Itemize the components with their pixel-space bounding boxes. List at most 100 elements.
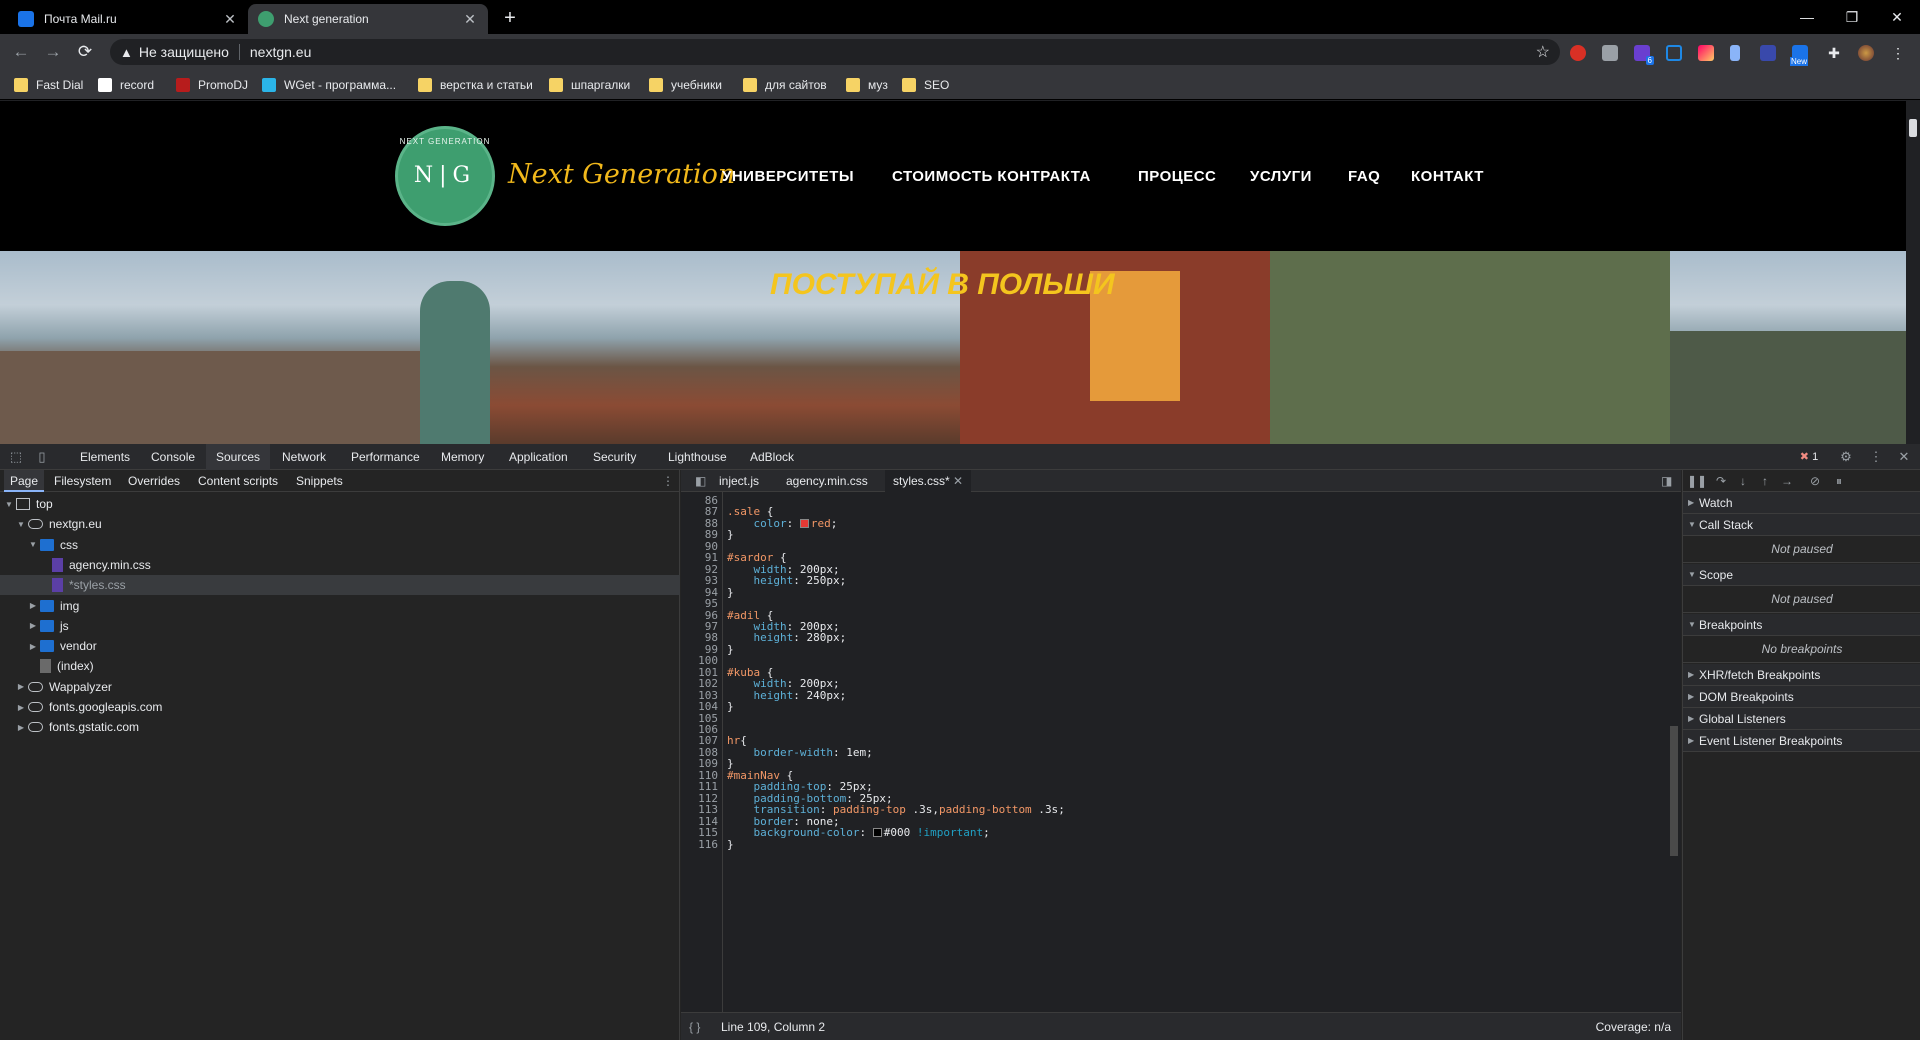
site-logo[interactable]: NEXT GENERATION N|G [395,126,495,226]
tree-item[interactable]: (index) [0,656,680,676]
debugger-section-event-listener-breakpoints[interactable]: ▶ Event Listener Breakpoints [1683,730,1920,752]
restore-icon[interactable]: ❐ [1837,6,1867,28]
nav-link-contract-cost[interactable]: СТОИМОСТЬ КОНТРАКТА [892,168,1091,185]
bookmark-item[interactable]: верстка и статьи [418,76,533,94]
nav-link-universities[interactable]: УНИВЕРСИТЕТЫ [722,168,854,185]
step-into-icon[interactable]: ↓ [1735,473,1751,489]
nav-link-process[interactable]: ПРОЦЕСС [1138,168,1216,185]
bookmark-item[interactable]: SEO [902,76,949,94]
tree-item[interactable]: ▶ vendor [0,636,680,656]
nav-link-contact[interactable]: КОНТАКТ [1411,168,1484,185]
purple-ext-icon[interactable]: 6 [1634,45,1654,65]
tab-elements[interactable]: Elements [70,444,140,470]
bookmark-star-icon[interactable]: ☆ [1536,42,1550,62]
code-line[interactable]: height: 250px; [727,574,847,588]
bookmark-ext-icon[interactable] [1730,45,1740,61]
tree-item[interactable]: ▶ js [0,616,680,636]
pretty-print-icon[interactable]: { } [689,1020,700,1034]
nav-tab-filesystem[interactable]: Filesystem [48,470,117,492]
step-out-icon[interactable]: ↑ [1757,473,1773,489]
tab-memory[interactable]: Memory [431,444,494,470]
color-ext-icon[interactable] [1698,45,1714,61]
forward-icon[interactable]: → [40,40,66,64]
nav-tab-overrides[interactable]: Overrides [122,470,186,492]
code-content[interactable]: .sale { color: red;} #sardor { width: 200… [727,492,1657,1012]
devtools-menu-icon[interactable]: ⋮ [1868,449,1884,465]
bookmark-item[interactable]: для сайтов [743,76,827,94]
reload-icon[interactable]: ⟳ [72,40,98,64]
code-line[interactable]: background-color: #000 !important; [727,826,990,840]
error-counter[interactable]: ✖ 1 [1796,449,1822,465]
inspect-element-icon[interactable]: ⬚ [8,449,24,465]
page-scrollbar[interactable] [1906,101,1920,444]
line-number[interactable]: 116 [678,838,718,852]
deactivate-breakpoints-icon[interactable]: ⊘ [1807,473,1823,489]
minimize-icon[interactable]: — [1792,6,1822,28]
address-bar[interactable]: ▲ Не защищено nextgn.eu ☆ [110,39,1560,65]
bookmark-item[interactable]: муз [846,76,888,94]
close-tab-icon[interactable]: ✕ [462,11,478,28]
editor-tab-agency-min-css[interactable]: agency.min.css [778,470,876,492]
code-line[interactable]: } [727,586,734,600]
navigator-menu-icon[interactable]: ⋮ [656,470,680,492]
debugger-section-dom-breakpoints[interactable]: ▶ DOM Breakpoints [1683,686,1920,708]
expand-arrow-icon[interactable]: ▼ [28,540,38,549]
bookmark-item[interactable]: учебники [649,76,722,94]
collapse-arrow-icon[interactable]: ▶ [16,703,26,712]
expand-arrow-icon[interactable]: ▼ [4,500,14,509]
debugger-section-global-listeners[interactable]: ▶ Global Listeners [1683,708,1920,730]
debugger-section-scope[interactable]: ▼ Scope [1683,564,1920,586]
code-line[interactable]: border-width: 1em; [727,746,873,760]
tab-application[interactable]: Application [499,444,578,470]
tree-item[interactable]: *styles.css [0,575,680,596]
bookmark-item[interactable]: PromoDJ [176,76,248,94]
bookmark-item[interactable]: record [98,76,154,94]
pause-icon[interactable]: ❚❚ [1687,473,1707,489]
code-line[interactable]: } [727,643,734,657]
tree-item[interactable]: ▼ nextgn.eu [0,514,680,534]
menu-kebab-icon[interactable]: ⋮ [1890,45,1906,61]
pause-on-exceptions-icon[interactable]: ⏸ [1831,473,1847,489]
bookmark-item[interactable]: Fast Dial [14,76,83,94]
bookmark-item[interactable]: WGet - программа... [262,76,396,94]
collapse-arrow-icon[interactable]: ▶ [28,642,38,651]
back-icon[interactable]: ← [8,40,34,64]
tree-item[interactable]: ▼ css [0,535,680,555]
collapse-arrow-icon[interactable]: ▶ [28,601,38,610]
nav-tab-snippets[interactable]: Snippets [290,470,349,492]
editor-scrollbar-thumb[interactable] [1670,726,1678,856]
scrollbar-thumb[interactable] [1909,119,1917,137]
profile-avatar[interactable] [1858,45,1874,61]
code-line[interactable]: height: 280px; [727,631,847,645]
bookmark-item[interactable]: шпаргалки [549,76,630,94]
tree-item[interactable]: ▶ img [0,596,680,616]
tab-network[interactable]: Network [272,444,336,470]
step-over-icon[interactable]: ↷ [1713,473,1729,489]
extensions-puzzle-icon[interactable]: ✚ [1826,45,1842,61]
code-line[interactable]: } [727,700,734,714]
expand-arrow-icon[interactable]: ▼ [16,520,26,529]
tree-item[interactable]: ▼ top [0,494,680,514]
editor-tab-inject-js[interactable]: inject.js [711,470,767,492]
debugger-section-call-stack[interactable]: ▼ Call Stack [1683,514,1920,536]
code-line[interactable]: color: red; [727,517,838,531]
step-icon[interactable]: → [1779,473,1795,489]
close-window-icon[interactable]: ✕ [1882,6,1912,28]
debugger-section-watch[interactable]: ▶ Watch [1683,492,1920,514]
close-devtools-icon[interactable]: ✕ [1896,449,1912,465]
tab-security[interactable]: Security [583,444,646,470]
tree-item[interactable]: agency.min.css [0,555,680,575]
tab-console[interactable]: Console [141,444,205,470]
close-tab-icon[interactable]: ✕ [953,474,963,488]
collapse-arrow-icon[interactable]: ▶ [28,621,38,630]
new-tab-button[interactable]: + [497,6,523,32]
tab-sources[interactable]: Sources [206,444,271,470]
device-toolbar-icon[interactable]: ▯ [34,449,50,465]
tab-adblock[interactable]: AdBlock [740,444,804,470]
close-tab-icon[interactable]: ✕ [222,11,238,28]
tree-item[interactable]: ▶ Wappalyzer [0,677,680,697]
tree-item[interactable]: ▶ fonts.googleapis.com [0,697,680,717]
bar-ext-icon[interactable] [1760,45,1776,61]
code-line[interactable]: } [727,838,734,852]
nav-link-services[interactable]: УСЛУГИ [1250,168,1312,185]
